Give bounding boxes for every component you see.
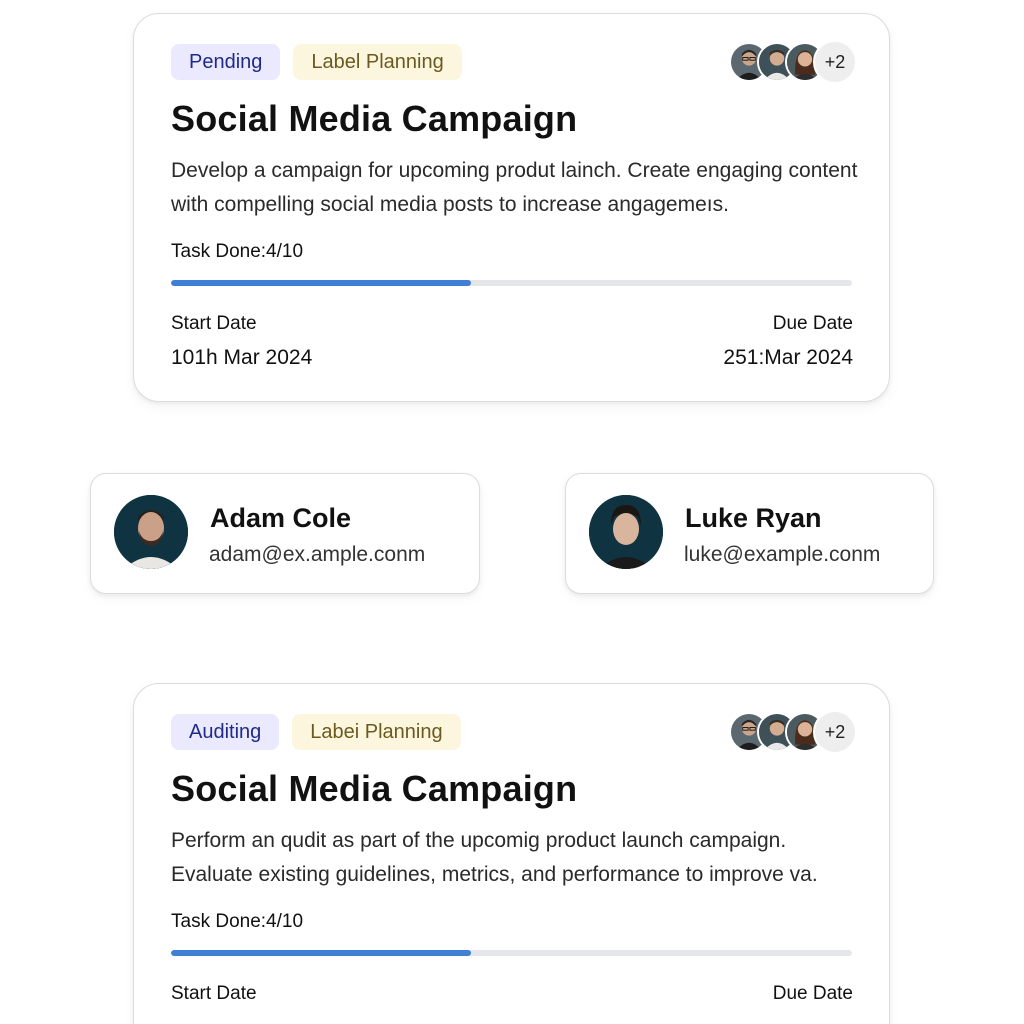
contact-card[interactable]: Luke Ryan luke@example.conm	[565, 473, 934, 594]
avatar[interactable]	[589, 495, 663, 569]
task-progress-text: Task Done:4/10	[171, 241, 304, 262]
member-avatars[interactable]: +2	[729, 710, 857, 754]
card-title: Social Media Campaign	[171, 768, 578, 809]
task-progress-text: Task Done:4/10	[171, 911, 304, 932]
progress-bar	[171, 280, 852, 286]
progress-bar	[171, 950, 852, 956]
canvas: Pending Label Planning +2 Social Media C…	[0, 0, 1024, 1024]
tag-row: Auditing Labei Planning	[171, 714, 461, 750]
card-description: Develop a campaign for upcoming produt l…	[171, 159, 858, 216]
task-card[interactable]: Auditing Labei Planning +2 Social Media …	[133, 683, 890, 1024]
status-badge[interactable]: Auditing	[171, 714, 280, 750]
member-avatars[interactable]: +2	[729, 40, 857, 84]
more-members-count[interactable]: +2	[813, 710, 857, 754]
contact-name: Adam Cole	[210, 503, 352, 533]
status-badge[interactable]: Pending	[171, 44, 281, 80]
avatar[interactable]	[114, 495, 188, 569]
contact-name: Luke Ryan	[685, 503, 822, 533]
start-date-label: Start Date	[171, 313, 257, 334]
progress-fill	[171, 950, 471, 956]
card-description: Perform an qudit as part of the upcomig …	[171, 829, 818, 886]
label-badge[interactable]: Labei Planning	[292, 714, 461, 750]
task-card[interactable]: Pending Label Planning +2 Social Media C…	[133, 13, 890, 402]
contact-email[interactable]: luke@example.conm	[684, 543, 880, 567]
progress-fill	[171, 280, 471, 286]
due-date-label: Due Date	[772, 313, 853, 334]
start-date-label: Start Date	[171, 983, 257, 1004]
contact-card[interactable]: Adam Cole adam@ex.ample.conm	[90, 473, 480, 594]
due-date-label: Due Date	[772, 983, 853, 1004]
label-badge[interactable]: Label Planning	[293, 44, 462, 80]
card-title: Social Media Campaign	[171, 98, 578, 139]
more-members-count[interactable]: +2	[813, 40, 857, 84]
tag-row: Pending Label Planning	[171, 44, 462, 80]
start-date-value: 101h Mar 2024	[171, 346, 313, 369]
due-date-value: 251:Mar 2024	[723, 346, 853, 369]
contact-email[interactable]: adam@ex.ample.conm	[209, 543, 425, 567]
